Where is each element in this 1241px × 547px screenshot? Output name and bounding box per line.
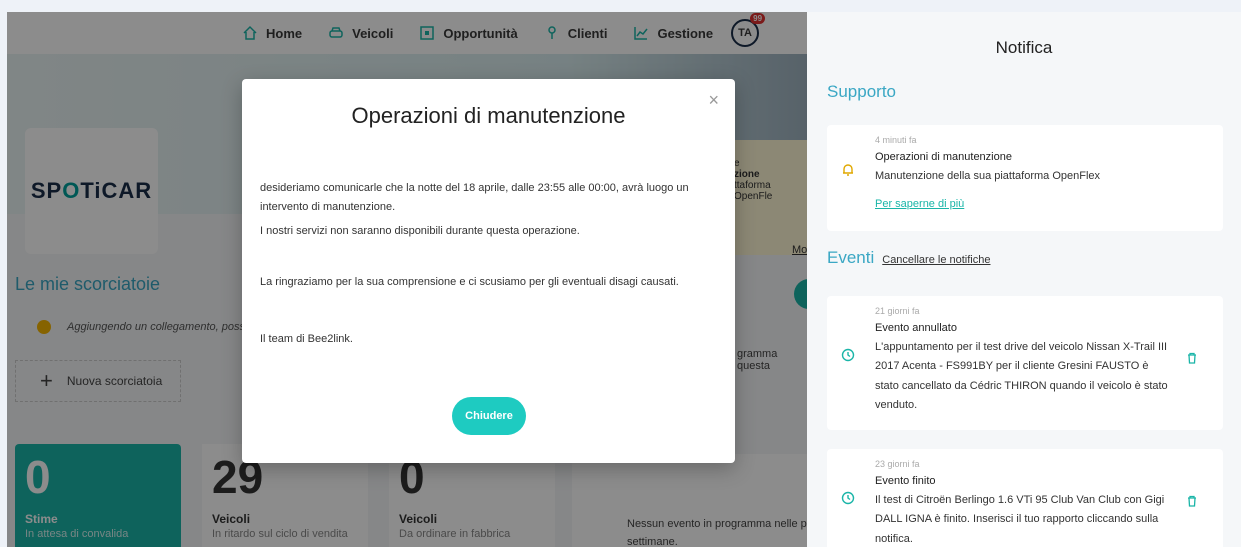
notification-description: Il test di Citroën Berlingo 1.6 VTi 95 C…: [875, 494, 1165, 545]
clock-icon: [841, 491, 855, 505]
trash-icon[interactable]: [1187, 495, 1197, 507]
clock-icon: [841, 348, 855, 362]
notification-time: 23 giorni fa: [875, 459, 920, 469]
bell-icon: [843, 164, 853, 176]
events-heading: Eventi Cancellare le notifiche: [827, 248, 990, 268]
learn-more-link[interactable]: Per saperne di più: [875, 198, 964, 210]
modal-paragraph-3: La ringraziamo per la sua comprensione e…: [260, 275, 679, 288]
modal-signature: Il team di Bee2link.: [260, 333, 353, 345]
modal-paragraph-2: I nostri servizi non saranno disponibili…: [260, 224, 580, 237]
close-modal-button[interactable]: Chiudere: [452, 397, 526, 435]
event-notification[interactable]: 21 giorni fa Evento annullato L'appuntam…: [827, 296, 1223, 430]
support-heading: Supporto: [827, 82, 896, 102]
clear-notifications-link[interactable]: Cancellare le notifiche: [882, 254, 990, 266]
notification-drawer: Notifica Supporto 4 minuti fa Operazioni…: [807, 12, 1241, 547]
maintenance-modal: × Operazioni di manutenzione desideriamo…: [242, 79, 735, 463]
modal-paragraph-1: desideriamo comunicarle che la notte del…: [260, 182, 689, 214]
notification-title: Evento annullato: [875, 322, 957, 334]
notification-description: Manutenzione della sua piattaforma OpenF…: [875, 170, 1101, 182]
trash-icon[interactable]: [1187, 352, 1197, 364]
notification-title: Operazioni di manutenzione: [875, 151, 1012, 163]
notification-time: 4 minuti fa: [875, 135, 917, 145]
support-notification[interactable]: 4 minuti fa Operazioni di manutenzione M…: [827, 125, 1223, 231]
modal-body: desideriamo comunicarle che la notte del…: [260, 179, 715, 349]
notification-time: 21 giorni fa: [875, 306, 920, 316]
event-notification[interactable]: 23 giorni fa Evento finito Il test di Ci…: [827, 449, 1223, 547]
notification-description: L'appuntamento per il test drive del vei…: [875, 341, 1168, 411]
modal-title: Operazioni di manutenzione: [351, 103, 626, 128]
support-heading-text: Supporto: [827, 82, 896, 101]
notification-title: Evento finito: [875, 475, 936, 487]
events-heading-text: Eventi: [827, 248, 875, 267]
drawer-title: Notifica: [995, 38, 1053, 57]
